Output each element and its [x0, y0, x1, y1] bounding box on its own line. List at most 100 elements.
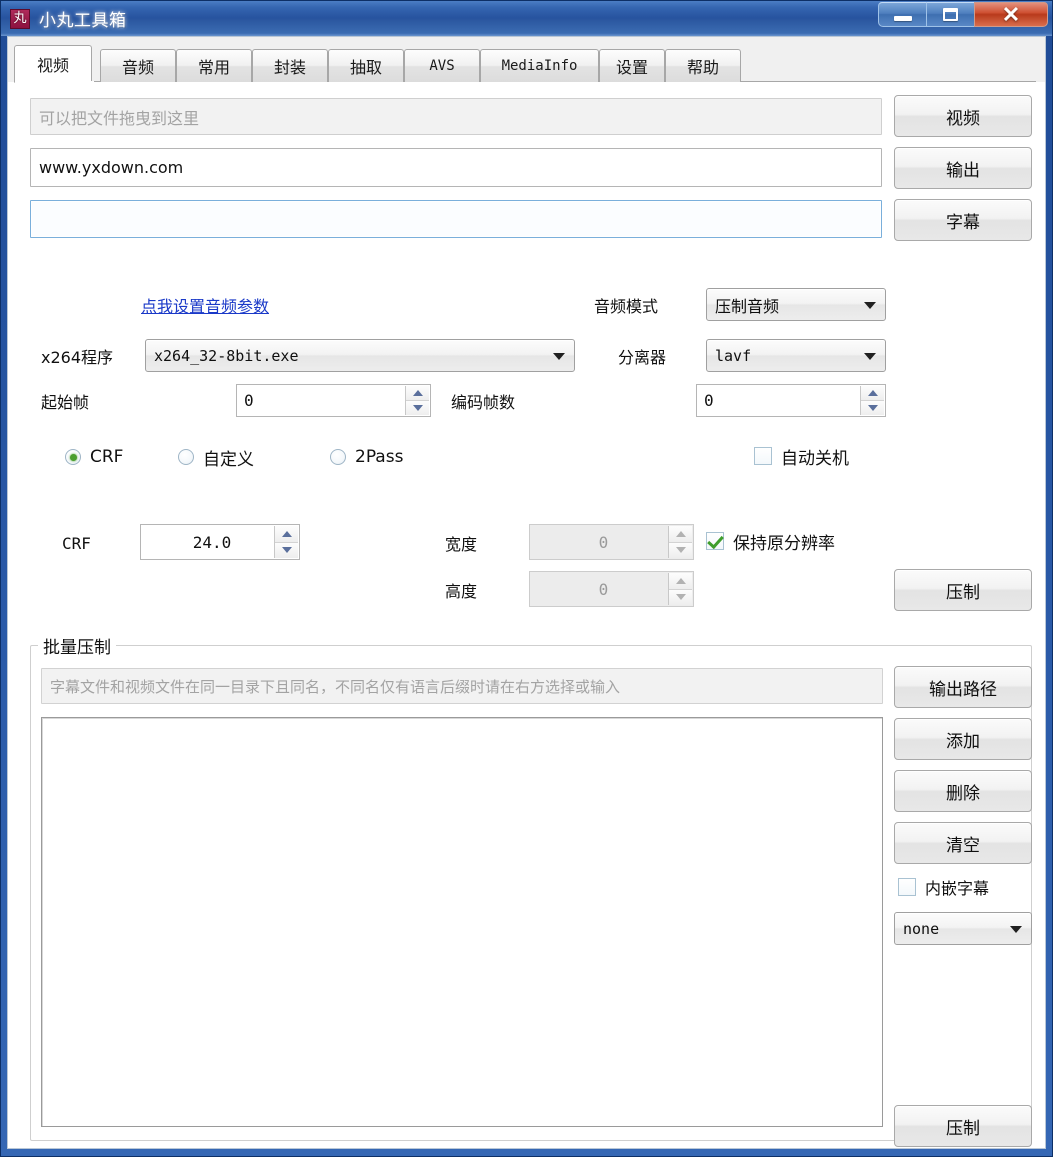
app-icon: 丸 — [10, 8, 30, 29]
batch-encode-button[interactable]: 压制 — [894, 1105, 1032, 1147]
embed-subtitle-label: 内嵌字幕 — [925, 879, 990, 898]
encode-button-label: 压制 — [946, 582, 980, 603]
batch-path-placeholder: 字幕文件和视频文件在同一目录下且同名，不同名仅有语言后缀时请在右方选择或输入 — [50, 677, 621, 696]
video-input-placeholder: 可以把文件拖曳到这里 — [39, 108, 200, 128]
spin-up-icon[interactable] — [406, 386, 429, 401]
start-frame-value: 0 — [244, 391, 254, 410]
tab-label: 常用 — [197, 58, 230, 77]
tab-avs[interactable]: AVS — [404, 49, 480, 82]
tab-strip: 视频 音频 常用 封装 抽取 AVS MediaInfo 设置 帮助 — [14, 45, 1036, 83]
tab-extract[interactable]: 抽取 — [328, 49, 404, 82]
tab-label: 抽取 — [349, 58, 382, 77]
minimize-icon — [893, 15, 912, 21]
crf-spin-buttons[interactable] — [274, 526, 298, 558]
spin-down-icon[interactable] — [861, 401, 884, 415]
auto-shutdown-checkbox[interactable]: 自动关机 — [754, 443, 849, 469]
keep-resolution-checkbox[interactable]: 保持原分辨率 — [706, 528, 835, 554]
caption-buttons: ✕ — [878, 2, 1048, 28]
height-label: 高度 — [445, 582, 478, 601]
add-button[interactable]: 添加 — [894, 718, 1032, 760]
window-title: 小丸工具箱 — [39, 11, 127, 31]
frame-count-stepper[interactable]: 0 — [696, 384, 886, 417]
checkbox-indicator — [706, 532, 724, 550]
checkbox-indicator — [754, 447, 772, 465]
radio-indicator — [65, 449, 81, 465]
subtitle-browse-label: 字幕 — [946, 212, 980, 233]
spin-up-icon — [669, 526, 692, 543]
start-frame-label: 起始帧 — [41, 393, 90, 412]
tab-video[interactable]: 视频 — [14, 45, 92, 83]
audio-params-link[interactable]: 点我设置音频参数 — [141, 293, 269, 317]
frame-count-spin-buttons[interactable] — [860, 386, 884, 415]
demuxer-select[interactable]: lavf — [706, 339, 886, 372]
maximize-icon — [943, 8, 958, 21]
radio-crf[interactable]: CRF — [65, 444, 123, 470]
radio-indicator — [178, 449, 194, 465]
minimize-button[interactable] — [878, 2, 926, 27]
width-stepper: 0 — [529, 524, 694, 560]
application-window: 丸 小丸工具箱 ✕ 视频 音频 常用 封装 抽取 AVS MediaInfo 设… — [0, 0, 1053, 1157]
start-frame-spin-buttons[interactable] — [405, 386, 429, 415]
encode-button[interactable]: 压制 — [894, 569, 1032, 611]
output-input[interactable]: www.yxdown.com — [30, 148, 882, 187]
x264-program-value: x264_32-8bit.exe — [154, 346, 299, 365]
subtitle-language-value: none — [903, 919, 940, 938]
batch-file-list[interactable] — [41, 717, 883, 1127]
spin-up-icon[interactable] — [861, 386, 884, 401]
subtitle-input[interactable] — [30, 200, 882, 238]
subtitle-browse-button[interactable]: 字幕 — [894, 199, 1032, 241]
tab-label: 音频 — [121, 58, 154, 77]
output-path-label: 输出路径 — [929, 679, 997, 700]
tab-mux[interactable]: 封装 — [252, 49, 328, 82]
spin-down-icon[interactable] — [275, 542, 298, 558]
tab-audio[interactable]: 音频 — [100, 49, 176, 82]
tab-common[interactable]: 常用 — [176, 49, 252, 82]
spin-down-icon[interactable] — [406, 401, 429, 415]
video-tab-page: 可以把文件拖曳到这里 视频 www.yxdown.com 输出 字幕 点我设置音… — [8, 82, 1045, 1148]
demuxer-label: 分离器 — [618, 348, 667, 367]
close-button[interactable]: ✕ — [974, 2, 1048, 27]
video-input[interactable]: 可以把文件拖曳到这里 — [30, 98, 882, 135]
frame-count-value: 0 — [704, 391, 714, 410]
clear-button-label: 清空 — [946, 835, 980, 856]
radio-custom[interactable]: 自定义 — [178, 444, 254, 470]
active-tab-underline-mask — [16, 81, 94, 83]
output-browse-label: 输出 — [946, 160, 980, 181]
width-spin-buttons — [668, 526, 692, 558]
output-browse-button[interactable]: 输出 — [894, 147, 1032, 189]
embed-subtitle-checkbox[interactable]: 内嵌字幕 — [898, 874, 989, 900]
batch-path-input[interactable]: 字幕文件和视频文件在同一目录下且同名，不同名仅有语言后缀时请在右方选择或输入 — [41, 668, 883, 704]
spin-down-icon — [669, 542, 692, 558]
audio-mode-select[interactable]: 压制音频 — [706, 288, 886, 321]
tab-label: MediaInfo — [501, 58, 578, 74]
audio-mode-value: 压制音频 — [715, 296, 780, 316]
subtitle-language-select[interactable]: none — [894, 912, 1032, 945]
spin-up-icon — [669, 573, 692, 590]
title-bar[interactable]: 丸 小丸工具箱 ✕ — [1, 1, 1052, 36]
audio-mode-label: 音频模式 — [594, 297, 659, 316]
spin-up-icon[interactable] — [275, 526, 298, 543]
delete-button[interactable]: 删除 — [894, 770, 1032, 812]
chevron-down-icon — [864, 352, 876, 360]
tab-label: 设置 — [615, 58, 648, 77]
tab-settings[interactable]: 设置 — [599, 49, 665, 82]
radio-2pass[interactable]: 2Pass — [330, 444, 403, 470]
video-browse-button[interactable]: 视频 — [894, 95, 1032, 137]
crf-stepper[interactable]: 24.0 — [140, 524, 300, 560]
height-stepper: 0 — [529, 571, 694, 607]
x264-program-label: x264程序 — [41, 348, 114, 367]
x264-program-select[interactable]: x264_32-8bit.exe — [145, 339, 575, 372]
tab-help[interactable]: 帮助 — [665, 49, 741, 82]
radio-indicator — [330, 449, 346, 465]
start-frame-stepper[interactable]: 0 — [236, 384, 431, 417]
output-path-button[interactable]: 输出路径 — [894, 666, 1032, 708]
chevron-down-icon — [1010, 925, 1022, 933]
clear-button[interactable]: 清空 — [894, 822, 1032, 864]
radio-2pass-label: 2Pass — [355, 447, 404, 467]
tab-label: AVS — [429, 58, 455, 74]
maximize-button[interactable] — [926, 2, 974, 27]
tab-mediainfo[interactable]: MediaInfo — [480, 49, 599, 82]
demuxer-value: lavf — [715, 346, 752, 365]
batch-encode-button-label: 压制 — [946, 1118, 980, 1139]
checkbox-indicator — [898, 878, 916, 896]
